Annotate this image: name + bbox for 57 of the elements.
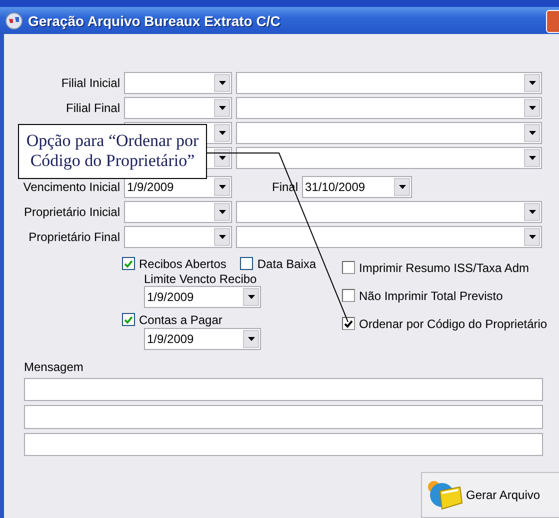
dropdown-arrow-icon [528,80,536,85]
checkbox[interactable] [342,317,355,330]
dropdown-arrow-icon [248,294,254,299]
code-dropdown[interactable] [124,226,232,248]
field-label: Filial Final [64,100,121,115]
dropdown-arrow-icon [528,106,536,110]
checkbox[interactable] [342,289,355,302]
name-dropdown[interactable] [236,201,542,224]
message-field[interactable] [24,378,543,402]
code-dropdown[interactable] [124,96,232,119]
dropdown-arrow-icon [528,130,536,135]
message-field[interactable] [24,405,543,429]
window-title: Geração Arquivo Bureaux Extrato C/C [28,12,280,28]
checkbox-label: Contas a Pagar [139,312,222,327]
checkbox[interactable] [122,257,135,270]
name-dropdown[interactable] [236,72,542,94]
dropdown-arrow-icon [218,185,226,190]
checkbox[interactable] [240,257,254,270]
field-label: Proprietário Inicial [22,205,121,220]
name-dropdown[interactable] [236,226,542,248]
name-dropdown[interactable] [236,122,542,144]
field-label: Mensagem [24,360,84,374]
dropdown-arrow-icon [398,185,406,190]
generate-file-button[interactable]: Gerar Arquivo [421,472,559,518]
dropdown-arrow-icon [528,210,536,214]
field-label: Proprietário Final [28,230,121,244]
checkbox[interactable] [342,261,355,274]
checkbox-label: Não Imprimir Total Previsto [359,288,503,303]
date-dropdown[interactable]: 1/9/2009 [144,328,261,350]
dropdown-arrow-icon [218,130,226,135]
checkbox-label: Data Baixa [257,256,316,271]
dropdown-arrow-icon [248,336,254,341]
field-label: Filial Inicial [60,76,121,90]
name-dropdown[interactable] [236,96,542,119]
dropdown-arrow-icon [528,235,536,240]
checkbox-label: Recibos Abertos [139,256,226,271]
annotation-tooltip: Opção para “Ordenar por Código do Proprietário” [18,124,207,179]
dropdown-arrow-icon [218,156,226,160]
code-dropdown[interactable] [124,72,232,94]
code-dropdown[interactable] [124,201,232,224]
dropdown-arrow-icon [218,235,226,240]
dropdown-arrow-icon [218,210,226,214]
date-dropdown[interactable]: 31/10/2009 [302,176,412,198]
checkbox[interactable] [122,313,135,326]
date-dropdown[interactable]: 1/9/2009 [124,176,232,198]
checkbox-label: Ordenar por Código do Proprietário [359,316,548,331]
message-field[interactable] [24,432,543,456]
folder-globe-icon [428,481,463,510]
field-label: Limite Vencto Recibo [144,272,258,286]
dropdown-arrow-icon [218,106,226,110]
dropdown-arrow-icon [528,156,536,160]
field-label: Vencimento Inicial [22,180,121,194]
checkbox-label: Imprimir Resumo ISS/Taxa Adm [359,260,530,275]
name-dropdown[interactable] [236,146,542,169]
dropdown-arrow-icon [218,80,226,85]
date-dropdown[interactable]: 1/9/2009 [144,286,261,308]
globe-icon [5,12,23,30]
